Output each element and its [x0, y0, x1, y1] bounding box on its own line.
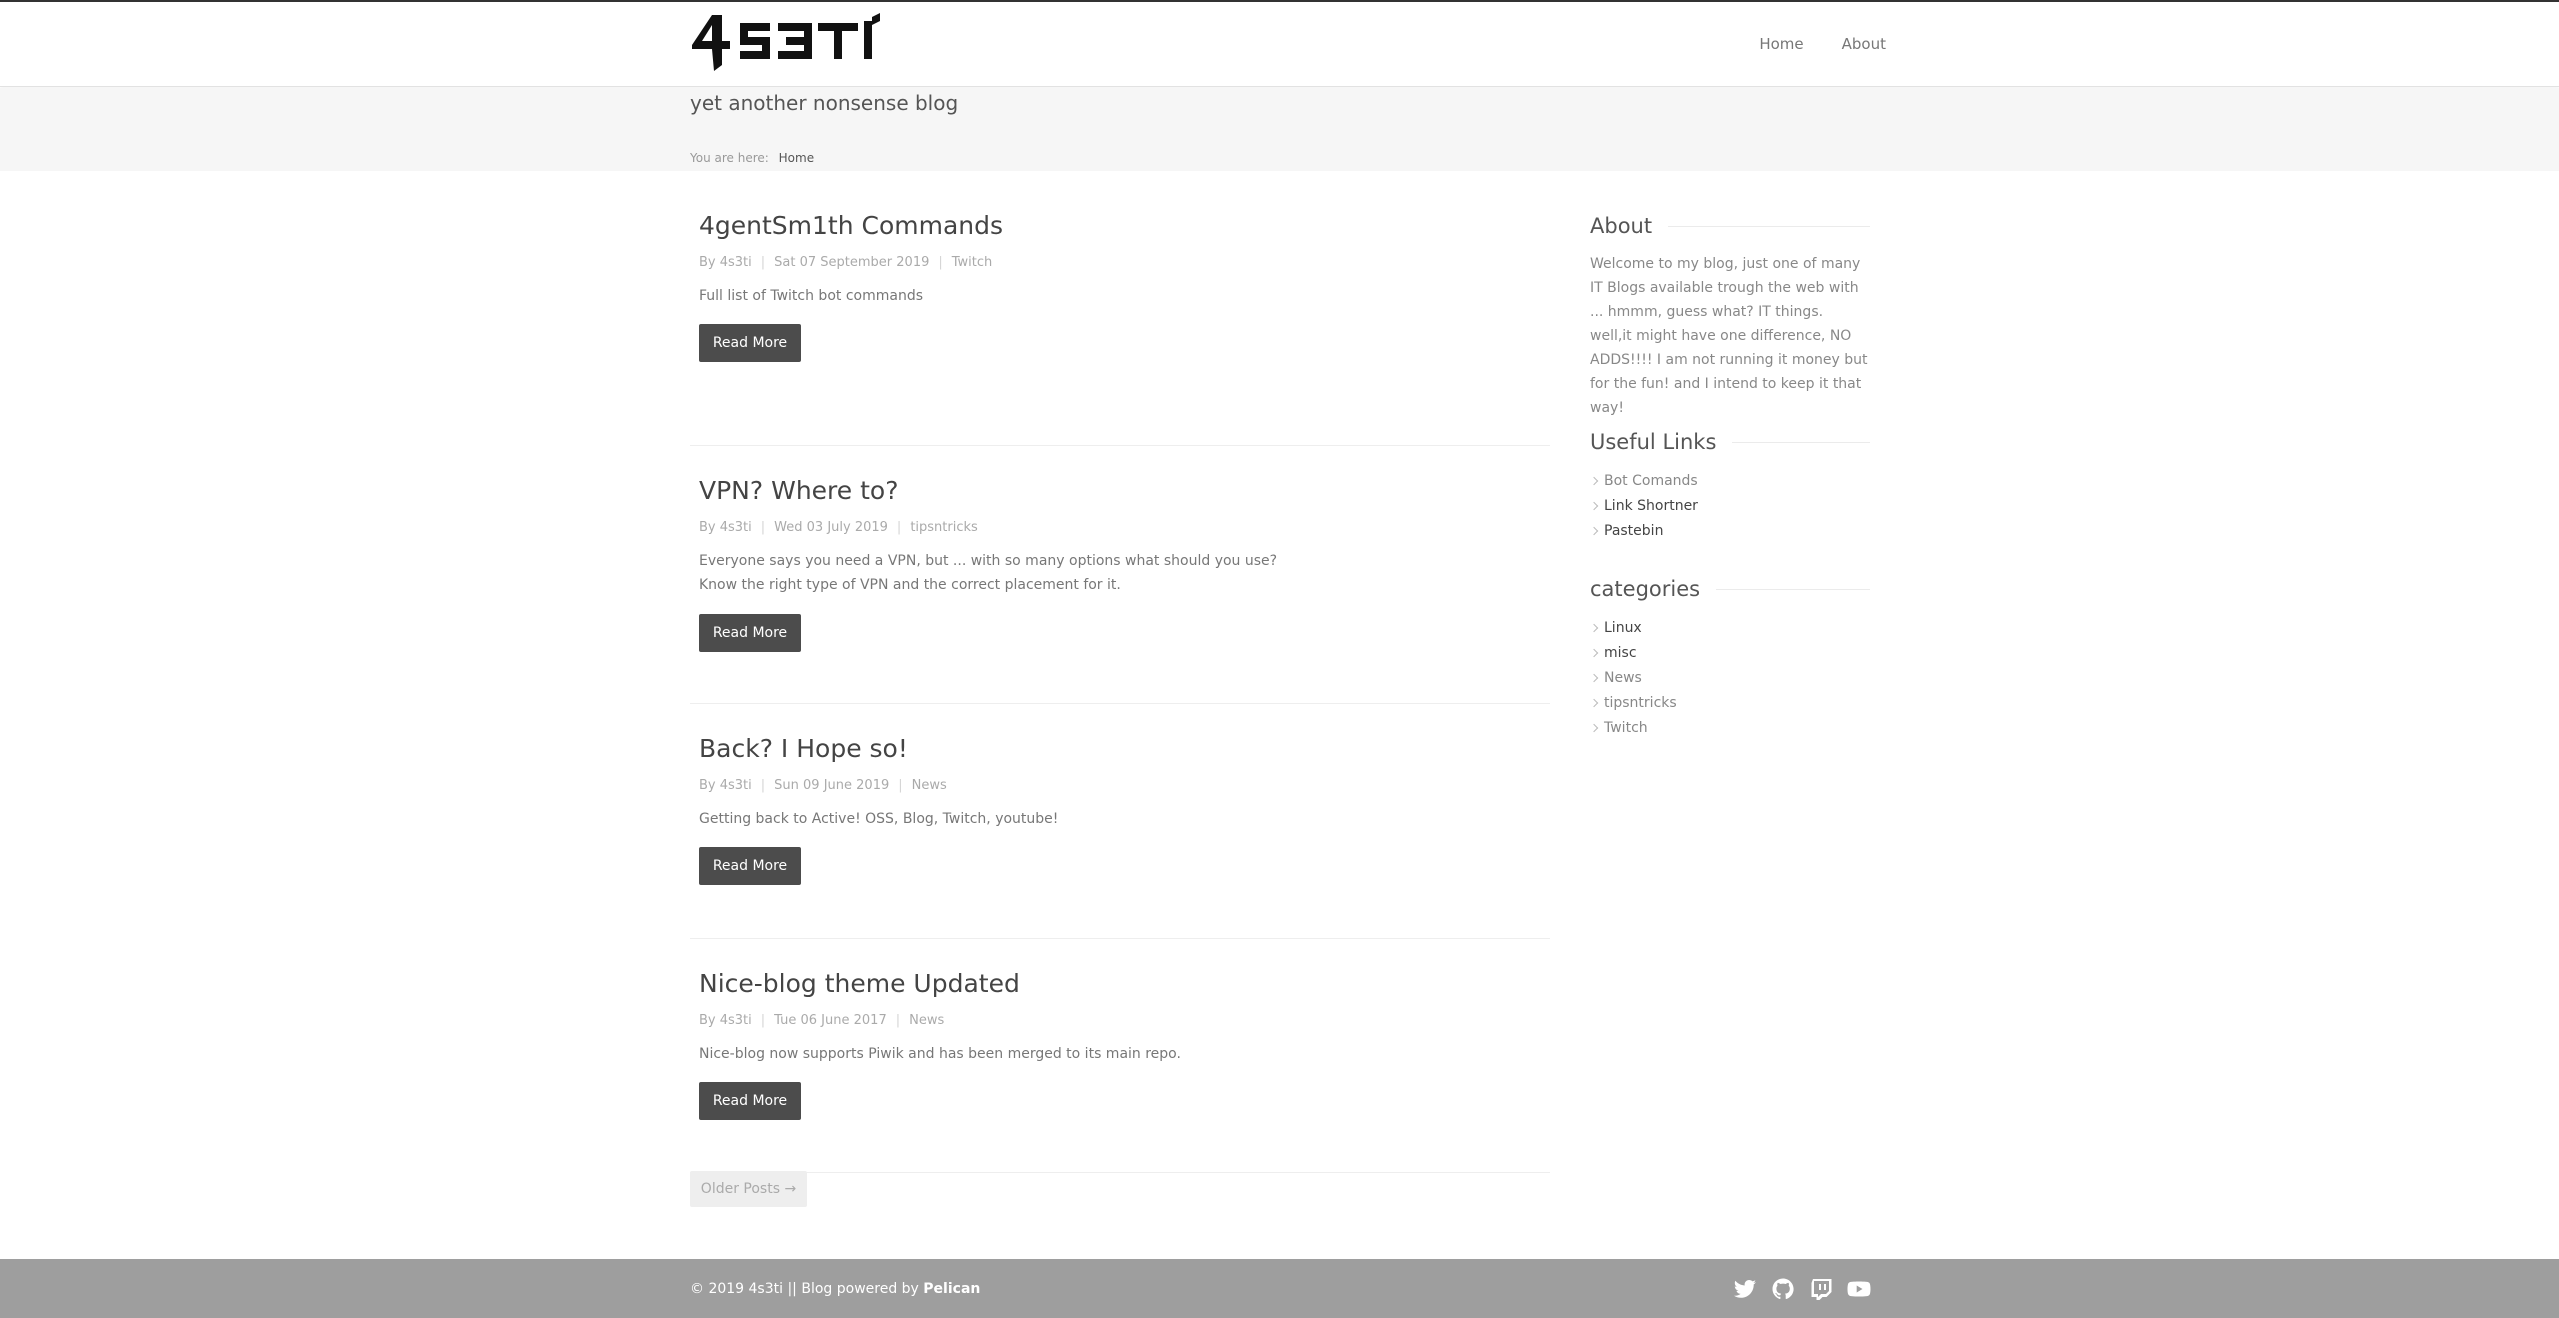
list-item: News	[1590, 666, 1677, 691]
post-category-link[interactable]: Twitch	[952, 255, 993, 270]
useful-link-bot-comands[interactable]: Bot Comands	[1604, 473, 1698, 489]
main-nav: Home About	[1759, 35, 1886, 53]
post-date: Wed 03 July 2019	[774, 520, 888, 535]
footer: © 2019 4s3ti || Blog powered by Pelican	[0, 1259, 2559, 1318]
about-widget-title-text: About	[1590, 214, 1653, 238]
list-item: Pastebin	[1590, 519, 1698, 544]
post-author-link[interactable]: By 4s3ti	[699, 255, 752, 270]
pelican-link[interactable]: Pelican	[923, 1281, 980, 1297]
post-summary-line: Everyone says you need a VPN, but ... wi…	[699, 553, 1278, 569]
post-date: Sun 09 June 2019	[774, 778, 890, 793]
useful-links-title-text: Useful Links	[1590, 430, 1717, 454]
footer-copyright: © 2019 4s3ti || Blog powered by Pelican	[690, 1281, 980, 1297]
twitter-icon[interactable]	[1733, 1277, 1757, 1301]
post-summary: Everyone says you need a VPN, but ... wi…	[699, 549, 1539, 597]
post-item: Nice-blog theme Updated By 4s3ti | Tue 06 …	[690, 939, 1550, 1173]
categories-list: Linux misc News tipsntricks Twitch	[1590, 616, 1677, 741]
list-item: Twitch	[1590, 716, 1677, 741]
list-item: Bot Comands	[1590, 469, 1698, 494]
list-item: Linux	[1590, 616, 1677, 641]
post-date: Sat 07 September 2019	[774, 255, 930, 270]
list-item: misc	[1590, 641, 1677, 666]
site-logo[interactable]	[690, 11, 882, 73]
nav-home-link[interactable]: Home	[1759, 35, 1803, 53]
category-link-linux[interactable]: Linux	[1604, 620, 1642, 636]
list-item: tipsntricks	[1590, 691, 1677, 716]
social-links	[1733, 1277, 1871, 1301]
post-summary: Nice-blog now supports Piwik and has bee…	[699, 1046, 1181, 1062]
useful-link-pastebin[interactable]: Pastebin	[1604, 523, 1663, 539]
older-posts-button[interactable]: Older Posts →	[690, 1171, 807, 1207]
about-widget-text: Welcome to my blog, just one of many IT …	[1590, 256, 1868, 416]
breadcrumb-home-link[interactable]: Home	[779, 151, 814, 165]
post-author-link[interactable]: By 4s3ti	[699, 778, 752, 793]
category-link-tipsntricks[interactable]: tipsntricks	[1604, 695, 1677, 711]
read-more-button[interactable]: Read More	[699, 1082, 801, 1120]
post-title-link[interactable]: Nice-blog theme Updated	[699, 969, 1020, 998]
post-category-link[interactable]: tipsntricks	[910, 520, 977, 535]
top-navbar: Home About	[0, 0, 2559, 87]
post-title-link[interactable]: VPN? Where to?	[699, 476, 898, 505]
breadcrumb-prefix: You are here:	[690, 151, 769, 165]
post-meta: By 4s3ti | Sun 09 June 2019 | News	[699, 778, 947, 793]
about-widget-title: About	[1590, 214, 1870, 238]
post-category-link[interactable]: News	[912, 778, 947, 793]
post-author-link[interactable]: By 4s3ti	[699, 1013, 752, 1028]
categories-title: categories	[1590, 577, 1870, 601]
nav-about-link[interactable]: About	[1842, 35, 1886, 53]
post-summary: Full list of Twitch bot commands	[699, 288, 923, 304]
footer-copyright-text: © 2019 4s3ti || Blog powered by	[690, 1281, 919, 1297]
youtube-icon[interactable]	[1847, 1277, 1871, 1301]
twitch-icon[interactable]	[1809, 1277, 1833, 1301]
post-item: 4gentSm1th Commands By 4s3ti | Sat 07 Sept…	[690, 211, 1550, 446]
page-header	[0, 88, 2559, 171]
useful-link-link-shortner[interactable]: Link Shortner	[1604, 498, 1698, 514]
useful-links-list: Bot Comands Link Shortner Pastebin	[1590, 469, 1698, 544]
category-link-misc[interactable]: misc	[1604, 645, 1637, 661]
post-item: VPN? Where to? By 4s3ti | Wed 03 July 2019…	[690, 446, 1550, 704]
post-title-link[interactable]: 4gentSm1th Commands	[699, 211, 1003, 240]
category-link-twitch[interactable]: Twitch	[1604, 720, 1648, 736]
read-more-button[interactable]: Read More	[699, 324, 801, 362]
post-summary: Getting back to Active! OSS, Blog, Twitc…	[699, 811, 1059, 827]
post-category-link[interactable]: News	[909, 1013, 944, 1028]
post-meta: By 4s3ti | Wed 03 July 2019 | tipsntricks	[699, 520, 978, 535]
post-meta: By 4s3ti | Tue 06 June 2017 | News	[699, 1013, 945, 1028]
post-date: Tue 06 June 2017	[774, 1013, 887, 1028]
post-author-link[interactable]: By 4s3ti	[699, 520, 752, 535]
post-title-link[interactable]: Back? I Hope so!	[699, 734, 908, 763]
site-tagline: yet another nonsense blog	[690, 91, 959, 115]
github-icon[interactable]	[1771, 1277, 1795, 1301]
category-link-news[interactable]: News	[1604, 670, 1642, 686]
categories-title-text: categories	[1590, 577, 1701, 601]
list-item: Link Shortner	[1590, 494, 1698, 519]
breadcrumb: You are here: Home	[690, 151, 814, 165]
post-meta: By 4s3ti | Sat 07 September 2019 | Twitch	[699, 255, 993, 270]
post-summary-line: Know the right type of VPN and the corre…	[699, 577, 1121, 593]
read-more-button[interactable]: Read More	[699, 847, 801, 885]
post-item: Back? I Hope so! By 4s3ti | Sun 09 June 20…	[690, 704, 1550, 939]
read-more-button[interactable]: Read More	[699, 614, 801, 652]
useful-links-title: Useful Links	[1590, 430, 1870, 454]
